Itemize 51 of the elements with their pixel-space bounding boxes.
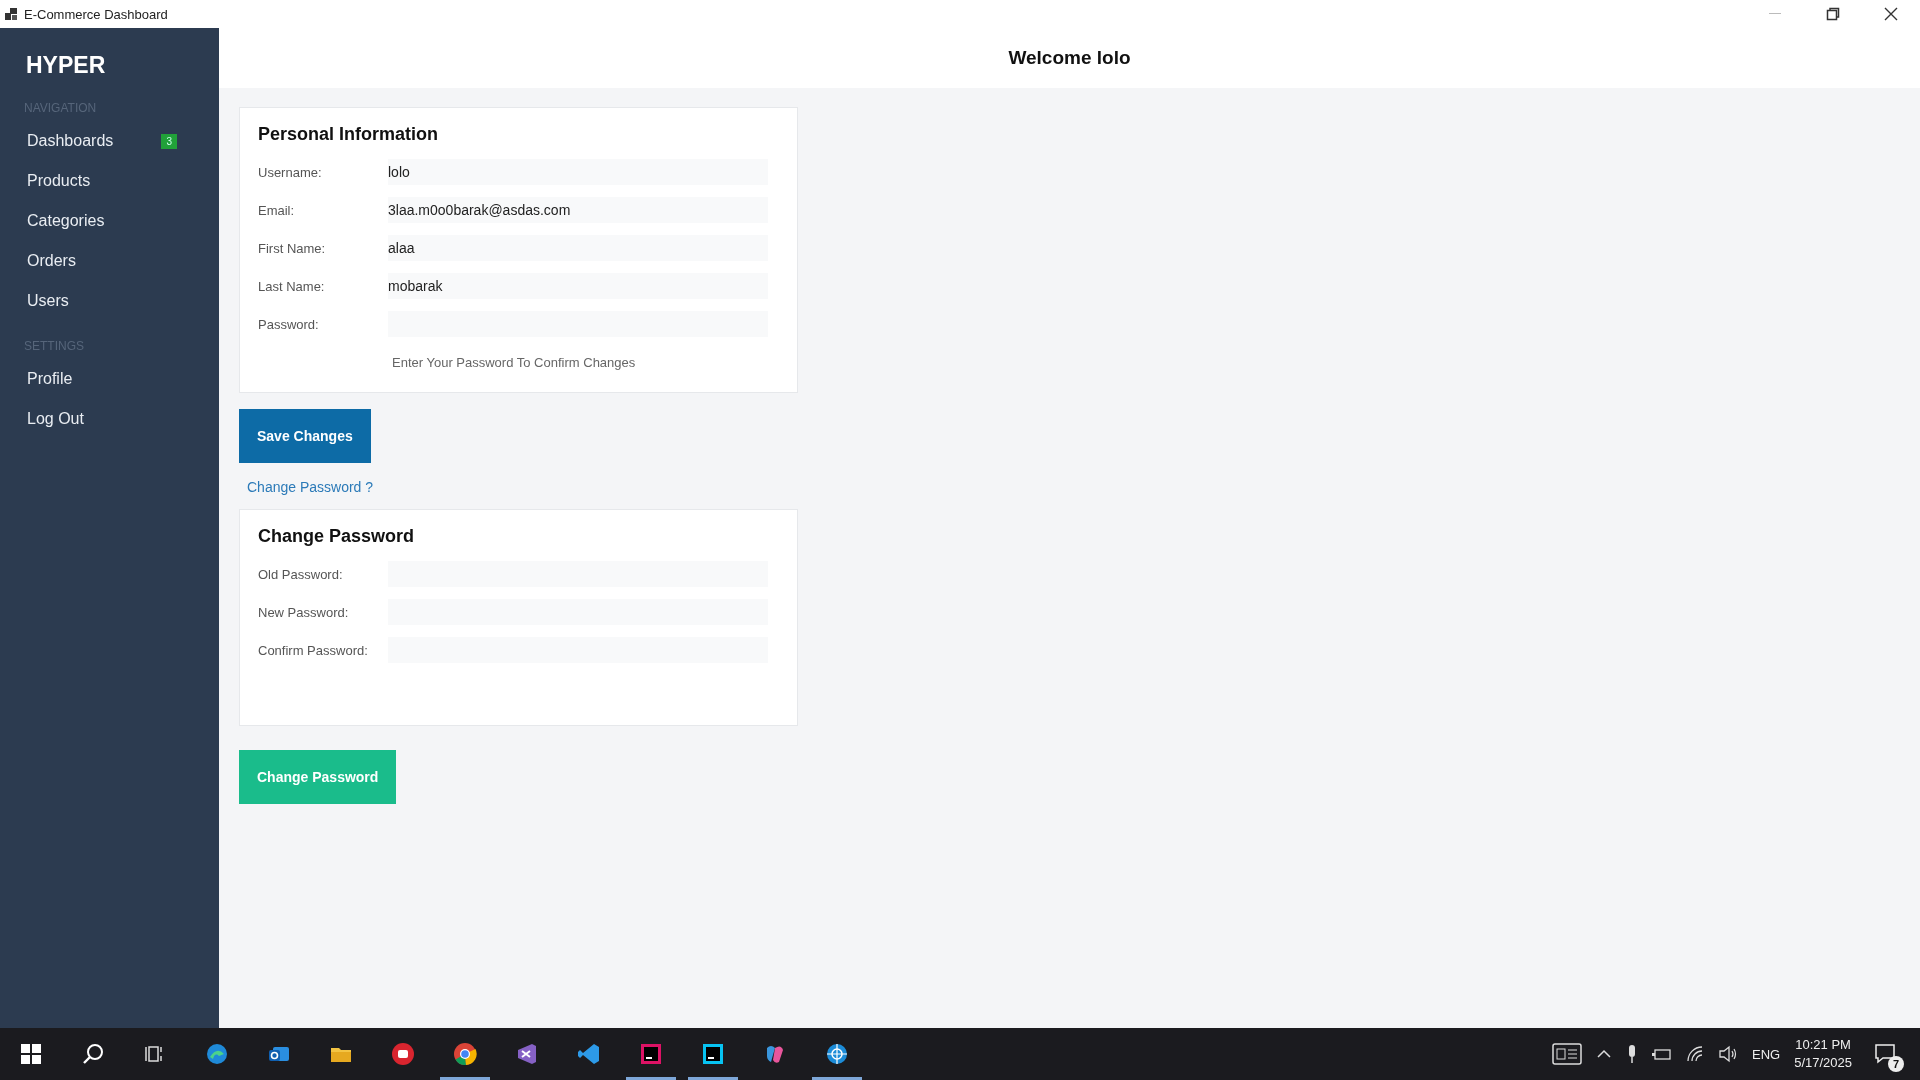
field-label: Username: [258, 164, 322, 180]
search-icon [81, 1042, 105, 1066]
app-icon [4, 7, 18, 21]
code-editor-icon [577, 1042, 601, 1066]
speaker-icon [1718, 1045, 1738, 1063]
clock[interactable]: 10:21 PM 5/17/2025 [1794, 1036, 1852, 1072]
brand-logo: HYPER [26, 52, 106, 79]
restore-icon [1826, 7, 1840, 21]
rider-icon [639, 1042, 663, 1066]
sidebar-item[interactable]: Products [0, 161, 219, 201]
sidebar-item[interactable]: Dashboards 3 [0, 121, 219, 161]
task-view-icon [145, 1044, 165, 1064]
field-label: Password: [258, 316, 319, 332]
round-app-icon [391, 1042, 415, 1066]
count-badge: 3 [161, 133, 177, 149]
wifi-icon [1686, 1045, 1704, 1063]
battery-icon [1652, 1047, 1672, 1061]
microphone-icon [1626, 1044, 1638, 1064]
sidebar-item[interactable]: Categories [0, 201, 219, 241]
field-label: Old Password: [258, 566, 343, 582]
windows-icon [21, 1044, 41, 1064]
sidebar-item[interactable]: Profile [0, 359, 219, 399]
notification-button[interactable]: 7 [1866, 1028, 1906, 1080]
notification-count: 7 [1888, 1056, 1904, 1072]
sidebar-item[interactable]: Users [0, 281, 219, 321]
hint-text: Enter Your Password To Confirm Changes [392, 355, 636, 370]
field-label: First Name: [258, 240, 326, 256]
swirl-icon [205, 1042, 229, 1066]
minimize-icon [1769, 13, 1781, 15]
chrome-icon [453, 1042, 477, 1066]
card-title: Change Password [258, 526, 415, 547]
field-label: Confirm Password: [258, 642, 368, 658]
keyboard-icon [1552, 1043, 1582, 1065]
input-field[interactable]: alaa [388, 235, 768, 261]
field-label: New Password: [258, 604, 349, 620]
field-label: Email: [258, 202, 295, 218]
close-icon [1884, 7, 1898, 21]
card-title: Personal Information [258, 124, 439, 145]
sidebar-item[interactable]: Orders [0, 241, 219, 281]
window-title: E-Commerce Dashboard [24, 6, 168, 22]
change-password-link[interactable]: Change Password ? [247, 479, 374, 495]
input-field[interactable]: 3laa.m0o0barak@asdas.com [388, 197, 768, 223]
globe-icon [825, 1042, 849, 1066]
language-indicator[interactable]: ENG [1752, 1046, 1781, 1062]
webstorm-icon [701, 1042, 725, 1066]
input-field[interactable]: mobarak [388, 273, 768, 299]
welcome-title: Welcome lolo [1008, 47, 1131, 69]
sidebar-item[interactable]: Log Out [0, 399, 219, 439]
field-label: Last Name: [258, 278, 325, 294]
save-changes-button[interactable]: Save Changes [239, 409, 371, 463]
input-field[interactable]: lolo [388, 159, 768, 185]
